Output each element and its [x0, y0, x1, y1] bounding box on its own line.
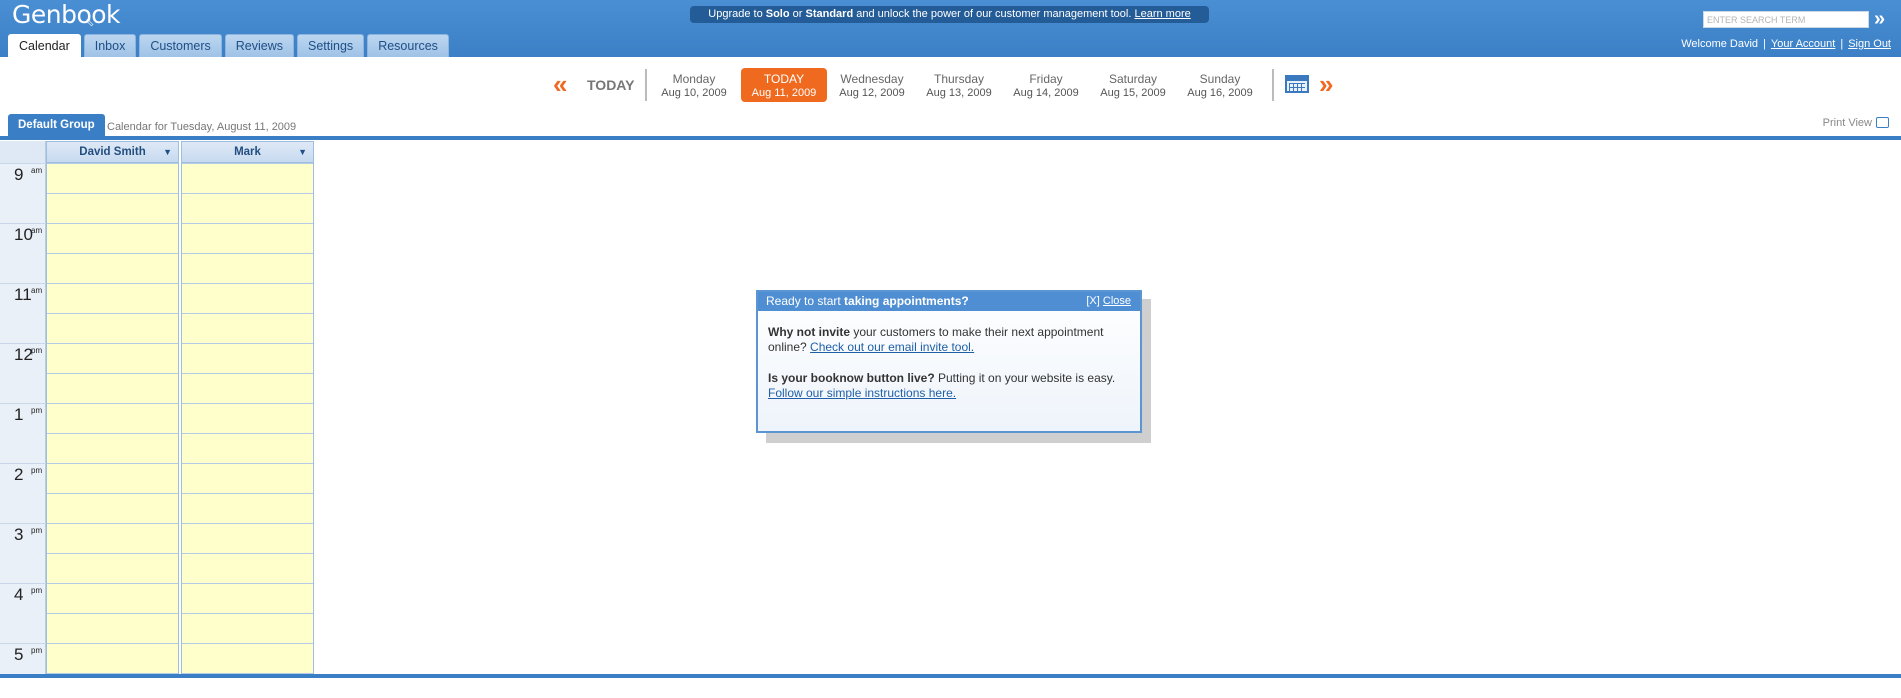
time-slot[interactable]	[182, 163, 313, 193]
column-header-mark[interactable]: Mark ▼	[181, 141, 314, 163]
hour-label: 2 pm	[0, 463, 46, 523]
time-slot[interactable]	[182, 433, 313, 463]
invite-paragraph: Why not invite your customers to make th…	[768, 325, 1104, 354]
mouse-cursor-icon: ⬁	[85, 17, 95, 29]
time-slot[interactable]	[182, 643, 313, 673]
divider	[1272, 69, 1274, 101]
hour-label: 1 pm	[0, 403, 46, 463]
calendar-picker-icon[interactable]	[1285, 75, 1309, 93]
time-slot[interactable]	[47, 613, 178, 643]
tab-calendar[interactable]: Calendar	[8, 34, 81, 57]
group-bar: Default Group Calendar for Tuesday, Augu…	[0, 113, 1901, 138]
tab-inbox[interactable]: Inbox	[83, 34, 137, 57]
hour-label: 10 am	[0, 223, 46, 283]
day-monday[interactable]: Monday Aug 10, 2009	[652, 68, 736, 102]
calendar-caption: Calendar for Tuesday, August 11, 2009	[107, 121, 297, 133]
time-slot[interactable]	[47, 523, 178, 553]
top-header: Genbook ⬁ Upgrade to Solo or Standard an…	[0, 0, 1901, 57]
time-slot[interactable]	[182, 373, 313, 403]
popup-close: [X] Close	[1086, 295, 1131, 307]
time-slot[interactable]	[47, 553, 178, 583]
hour-label: 12 pm	[0, 343, 46, 403]
time-slot[interactable]	[182, 613, 313, 643]
sign-out-link[interactable]: Sign Out	[1848, 38, 1891, 50]
search-go-icon[interactable]: »	[1874, 8, 1894, 30]
time-slot[interactable]	[47, 163, 178, 193]
close-link[interactable]: Close	[1103, 295, 1131, 307]
upgrade-banner: Upgrade to Solo or Standard and unlock t…	[690, 6, 1209, 23]
time-slot[interactable]	[182, 403, 313, 433]
time-slot[interactable]	[47, 343, 178, 373]
time-slot[interactable]	[47, 583, 178, 613]
user-bar: Welcome David | Your Account | Sign Out	[1681, 38, 1891, 50]
main-nav-tabs: Calendar Inbox Customers Reviews Setting…	[8, 34, 449, 57]
time-slot[interactable]	[182, 223, 313, 253]
printer-icon	[1876, 117, 1889, 128]
welcome-text: Welcome David	[1681, 38, 1759, 50]
default-group-tab[interactable]: Default Group	[8, 114, 105, 136]
time-slot[interactable]	[182, 343, 313, 373]
booknow-paragraph: Is your booknow button live? Putting it …	[768, 371, 1116, 400]
time-slot[interactable]	[182, 583, 313, 613]
hour-label: 9 am	[0, 163, 46, 223]
hour-label: 5 pm	[0, 643, 46, 674]
genbook-logo[interactable]: Genbook	[12, 0, 121, 30]
column-header-david-smith[interactable]: David Smith ▼	[46, 141, 179, 163]
day-wednesday[interactable]: Wednesday Aug 12, 2009	[830, 68, 914, 102]
tab-customers[interactable]: Customers	[139, 34, 222, 57]
tab-settings[interactable]: Settings	[297, 34, 365, 57]
print-view-button[interactable]: Print View	[1823, 117, 1889, 129]
time-slot[interactable]	[47, 493, 178, 523]
tab-resources[interactable]: Resources	[367, 34, 449, 57]
time-column: 9 am 10 am 11 am 12 pm 1 pm 2 pm 3 pm 4 pm 5 pm	[0, 163, 46, 674]
day-column-david-smith[interactable]	[46, 163, 179, 674]
time-slot[interactable]	[182, 253, 313, 283]
time-slot[interactable]	[182, 553, 313, 583]
time-slot[interactable]	[182, 493, 313, 523]
time-slot[interactable]	[182, 193, 313, 223]
divider	[645, 69, 647, 101]
time-slot[interactable]	[47, 313, 178, 343]
hour-label: 4 pm	[0, 583, 46, 643]
time-slot[interactable]	[47, 433, 178, 463]
previous-week-icon[interactable]: «	[553, 71, 579, 97]
chevron-down-icon[interactable]: ▼	[298, 142, 307, 162]
day-saturday[interactable]: Saturday Aug 15, 2009	[1091, 68, 1175, 102]
time-slot[interactable]	[182, 283, 313, 313]
time-slot[interactable]	[47, 373, 178, 403]
day-today[interactable]: TODAY Aug 11, 2009	[741, 68, 827, 102]
popup-title: Ready to start taking appointments?	[758, 292, 1140, 311]
today-button[interactable]: TODAY	[587, 77, 634, 93]
time-slot[interactable]	[47, 223, 178, 253]
time-slot[interactable]	[47, 463, 178, 493]
day-friday[interactable]: Friday Aug 14, 2009	[1004, 68, 1088, 102]
popup-body: Why not invite your customers to make th…	[758, 311, 1140, 401]
time-slot[interactable]	[47, 253, 178, 283]
tab-reviews[interactable]: Reviews	[224, 34, 295, 57]
hour-label: 3 pm	[0, 523, 46, 583]
time-slot[interactable]	[47, 283, 178, 313]
next-week-icon[interactable]: »	[1319, 71, 1345, 97]
getting-started-popup: Ready to start taking appointments? [X] …	[756, 290, 1142, 433]
time-slot[interactable]	[182, 313, 313, 343]
learn-more-link[interactable]: Learn more	[1134, 8, 1190, 20]
time-slot[interactable]	[182, 463, 313, 493]
search-input[interactable]	[1703, 11, 1869, 28]
time-slot[interactable]	[47, 403, 178, 433]
day-thursday[interactable]: Thursday Aug 13, 2009	[917, 68, 1001, 102]
time-slot[interactable]	[47, 643, 178, 673]
day-column-mark[interactable]	[181, 163, 314, 674]
hour-label: 11 am	[0, 283, 46, 343]
day-sunday[interactable]: Sunday Aug 16, 2009	[1178, 68, 1262, 102]
time-slot[interactable]	[47, 193, 178, 223]
calendar-grid: David Smith ▼ Mark ▼ 9 am 10 am 11 am 12 pm …	[0, 140, 314, 674]
footer-bar	[0, 674, 1901, 678]
your-account-link[interactable]: Your Account	[1771, 38, 1835, 50]
time-header	[0, 141, 46, 163]
time-slot[interactable]	[182, 523, 313, 553]
email-invite-link[interactable]: Check out our email invite tool.	[810, 340, 974, 354]
chevron-down-icon[interactable]: ▼	[163, 142, 172, 162]
instructions-link[interactable]: Follow our simple instructions here.	[768, 386, 956, 400]
